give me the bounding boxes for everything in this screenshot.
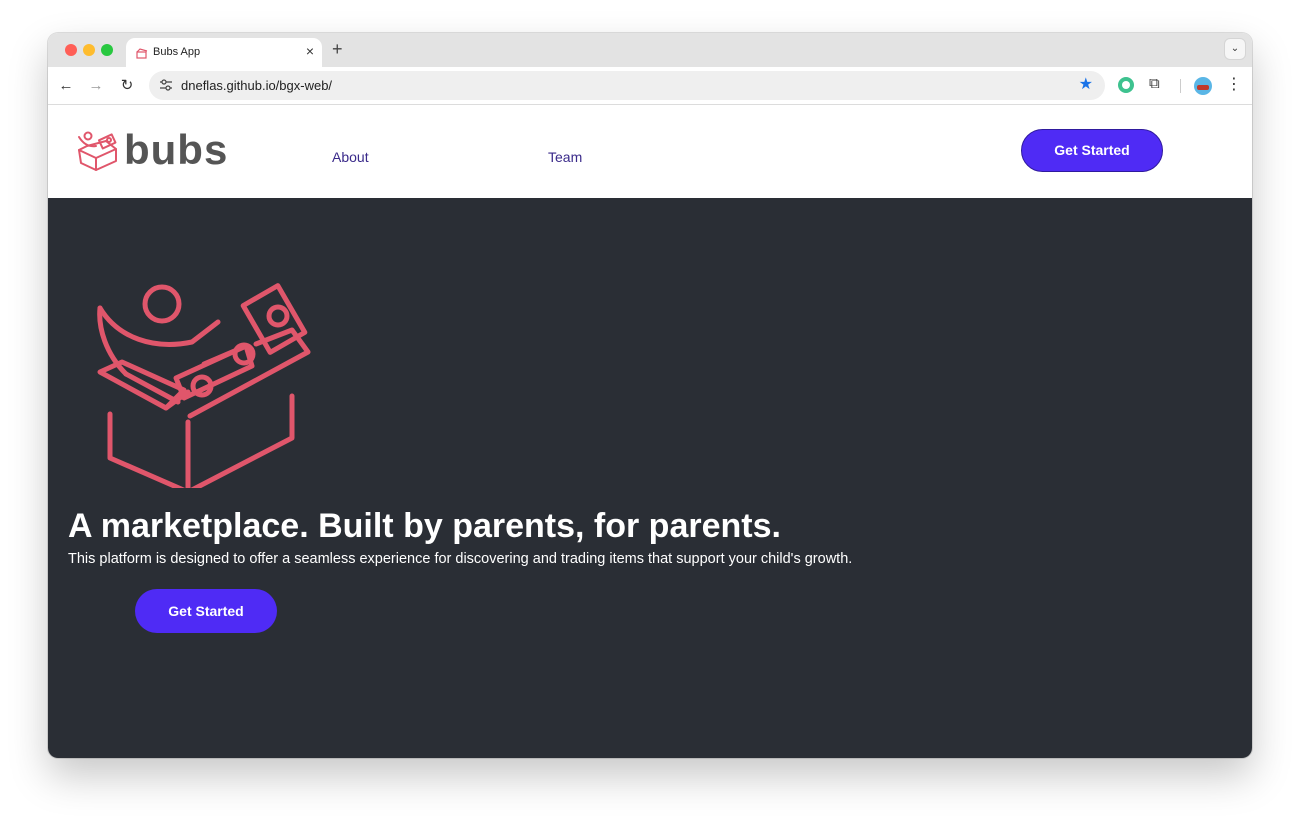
site-header: bubs About Team Get Started — [48, 106, 1252, 198]
extension-icon[interactable] — [1118, 77, 1134, 93]
browser-toolbar: ← → ↻ dneflas.github.io/bgx-web/ ★ ⧉ ⋮ — [48, 67, 1252, 105]
browser-window: Bubs App × + ⌄ ← → ↻ dneflas.github.io/b… — [48, 33, 1252, 758]
extensions-puzzle-icon[interactable]: ⧉ — [1149, 75, 1160, 92]
toy-box-illustration — [97, 283, 311, 488]
address-bar[interactable]: dneflas.github.io/bgx-web/ ★ — [149, 71, 1105, 100]
site-settings-icon[interactable] — [159, 78, 173, 92]
box-logo-icon[interactable] — [76, 131, 120, 171]
hero-section: A marketplace. Built by parents, for par… — [48, 198, 1252, 758]
hero-get-started-button[interactable]: Get Started — [135, 589, 277, 633]
nav-link-team[interactable]: Team — [548, 149, 582, 165]
nav-link-about[interactable]: About — [332, 149, 369, 165]
close-window-button[interactable] — [65, 44, 77, 56]
maximize-window-button[interactable] — [101, 44, 113, 56]
hero-subtitle: This platform is designed to offer a sea… — [68, 551, 853, 567]
back-button[interactable]: ← — [54, 74, 78, 98]
tab-close-icon[interactable]: × — [306, 43, 314, 59]
bubs-favicon-icon — [136, 48, 148, 59]
header-get-started-button[interactable]: Get Started — [1021, 129, 1163, 172]
tab-title: Bubs App — [153, 46, 201, 58]
browser-tab[interactable]: Bubs App × — [126, 38, 322, 67]
browser-menu-icon[interactable]: ⋮ — [1226, 74, 1242, 96]
tab-search-button[interactable]: ⌄ — [1224, 38, 1246, 60]
bookmark-star-icon[interactable]: ★ — [1079, 76, 1093, 94]
logo-wordmark[interactable]: bubs — [124, 126, 228, 174]
forward-button[interactable]: → — [84, 74, 108, 98]
toolbar-divider — [1180, 79, 1181, 93]
tab-bar: Bubs App × + ⌄ — [48, 33, 1252, 67]
hero-title: A marketplace. Built by parents, for par… — [68, 507, 781, 545]
reload-button[interactable]: ↻ — [115, 74, 139, 98]
profile-avatar[interactable] — [1194, 77, 1212, 95]
url-text[interactable]: dneflas.github.io/bgx-web/ — [181, 78, 332, 93]
new-tab-button[interactable]: + — [332, 39, 343, 59]
minimize-window-button[interactable] — [83, 44, 95, 56]
